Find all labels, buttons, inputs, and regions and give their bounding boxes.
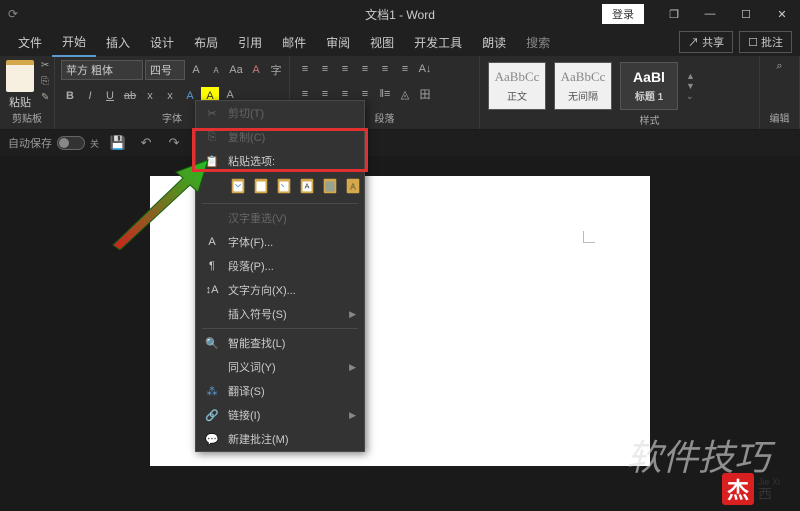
maximize-icon[interactable]: ☐ xyxy=(728,0,764,28)
styles-more-icon[interactable]: ⌄ xyxy=(686,91,695,102)
share-button[interactable]: ↗ 共享 xyxy=(679,31,733,53)
login-button[interactable]: 登录 xyxy=(602,4,644,24)
menu-text-direction[interactable]: ↕A文字方向(X)... xyxy=(196,278,364,302)
svg-text:A: A xyxy=(305,182,310,191)
paste-merge-icon[interactable] xyxy=(251,175,271,197)
change-case-icon[interactable]: Aa xyxy=(227,61,245,79)
paste-text-only-icon[interactable]: A xyxy=(297,175,317,197)
italic-icon[interactable]: I xyxy=(81,87,99,105)
close-icon[interactable]: ✕ xyxy=(764,0,800,28)
tab-mailings[interactable]: 邮件 xyxy=(272,29,316,56)
clipboard-label: 剪贴板 xyxy=(6,110,48,125)
editing-label: 编辑 xyxy=(766,110,793,125)
clear-format-icon[interactable]: A xyxy=(247,61,265,79)
tab-read-aloud[interactable]: 朗读 xyxy=(472,29,516,56)
bold-icon[interactable]: B xyxy=(61,87,79,105)
menu-link[interactable]: 🔗链接(I)▶ xyxy=(196,403,364,427)
superscript-icon[interactable]: x xyxy=(161,87,179,105)
style-no-spacing[interactable]: AaBbCc 无间隔 xyxy=(554,62,612,110)
menu-cut: ✂剪切(T) xyxy=(196,101,364,125)
save-icon[interactable]: 💾 xyxy=(109,134,127,152)
undo-icon[interactable]: ↶ xyxy=(137,134,155,152)
menu-synonyms[interactable]: 同义词(Y)▶ xyxy=(196,355,364,379)
font-size-select[interactable]: 四号 xyxy=(145,60,185,80)
menu-smart-lookup[interactable]: 🔍智能查找(L) xyxy=(196,331,364,355)
paste-link-icon[interactable] xyxy=(320,175,340,197)
shrink-font-icon[interactable]: A xyxy=(207,61,225,79)
menu-new-comment[interactable]: 💬新建批注(M) xyxy=(196,427,364,451)
svg-text:A: A xyxy=(350,183,356,192)
paste-keep-source-icon[interactable] xyxy=(228,175,248,197)
autosave-icon: ⟳ xyxy=(8,7,18,21)
redo-icon[interactable]: ↷ xyxy=(165,134,183,152)
font-name-select[interactable]: 苹方 粗体 xyxy=(61,60,143,80)
tab-review[interactable]: 审阅 xyxy=(316,29,360,56)
borders-icon[interactable]: 田 xyxy=(416,85,434,103)
underline-icon[interactable]: U xyxy=(101,87,119,105)
sort-icon[interactable]: A↓ xyxy=(416,60,434,78)
tab-file[interactable]: 文件 xyxy=(8,29,52,56)
styles-label: 样式 xyxy=(546,112,753,127)
increase-indent-icon[interactable]: ≡ xyxy=(376,60,394,78)
menu-copy: ⎘复制(C) xyxy=(196,125,364,149)
title-bar: ⟳ 文档1 - Word 登录 ❐ — ☐ ✕ xyxy=(0,0,800,28)
ribbon: 粘贴 ✂ ⎘ ✎ 剪贴板 苹方 粗体 四号 A A Aa A 字 B I xyxy=(0,56,800,130)
paste-button[interactable]: 粘贴 xyxy=(6,60,34,110)
menu-paragraph[interactable]: ¶段落(P)... xyxy=(196,254,364,278)
phonetic-icon[interactable]: 字 xyxy=(267,61,285,79)
subscript-icon[interactable]: x xyxy=(141,87,159,105)
clipboard-group: 粘贴 ✂ ⎘ ✎ 剪贴板 xyxy=(0,56,55,129)
styles-up-icon[interactable]: ▲ xyxy=(686,71,695,81)
bullets-icon[interactable]: ≡ xyxy=(296,60,314,78)
window-title: 文档1 - Word xyxy=(365,6,435,23)
author-logo: 杰 Jie Xi 西 xyxy=(722,473,780,505)
autosave-label: 自动保存 xyxy=(8,135,52,151)
quick-access-toolbar: 自动保存 关 💾 ↶ ↷ xyxy=(0,130,800,156)
paste-special-icon[interactable]: A xyxy=(343,175,363,197)
ribbon-display-icon[interactable]: ❐ xyxy=(656,0,692,28)
tab-search[interactable]: 搜索 xyxy=(516,29,560,56)
style-normal[interactable]: AaBbCc 正文 xyxy=(488,62,546,110)
style-heading-1[interactable]: AaBl 标题 1 xyxy=(620,62,678,110)
tab-view[interactable]: 视图 xyxy=(360,29,404,56)
strikethrough-icon[interactable]: ab xyxy=(121,87,139,105)
grow-font-icon[interactable]: A xyxy=(187,61,205,79)
minimize-icon[interactable]: — xyxy=(692,0,728,28)
clipboard-icon xyxy=(6,60,34,92)
tab-design[interactable]: 设计 xyxy=(140,29,184,56)
editing-group: ⌕ 编辑 xyxy=(760,56,800,129)
paste-picture-icon[interactable] xyxy=(274,175,294,197)
numbering-icon[interactable]: ≡ xyxy=(316,60,334,78)
menu-paste-options-label: 📋粘贴选项: xyxy=(196,149,364,173)
comments-button[interactable]: ☐ 批注 xyxy=(739,31,792,53)
menu-insert-symbol[interactable]: 插入符号(S)▶ xyxy=(196,302,364,326)
margin-mark xyxy=(583,231,595,243)
ribbon-tabs: 文件 开始 插入 设计 布局 引用 邮件 审阅 视图 开发工具 朗读 搜索 ↗ … xyxy=(0,28,800,56)
context-menu: ✂剪切(T) ⎘复制(C) 📋粘贴选项: A A 汉字重选(V) A字体(F).… xyxy=(195,100,365,452)
menu-translate[interactable]: ⁂翻译(S) xyxy=(196,379,364,403)
asian-layout-icon[interactable]: ≡ xyxy=(396,60,414,78)
shading-icon[interactable]: ◬ xyxy=(396,85,414,103)
menu-hanzi-reselect: 汉字重选(V) xyxy=(196,206,364,230)
tab-insert[interactable]: 插入 xyxy=(96,29,140,56)
menu-font[interactable]: A字体(F)... xyxy=(196,230,364,254)
styles-down-icon[interactable]: ▼ xyxy=(686,81,695,91)
multilevel-icon[interactable]: ≡ xyxy=(336,60,354,78)
autosave-toggle[interactable] xyxy=(57,136,85,150)
tab-layout[interactable]: 布局 xyxy=(184,29,228,56)
decrease-indent-icon[interactable]: ≡ xyxy=(356,60,374,78)
tab-developer[interactable]: 开发工具 xyxy=(404,29,472,56)
styles-group: AaBbCc 正文 AaBbCc 无间隔 AaBl 标题 1 ▲ ▼ ⌄ 样式 xyxy=(480,56,760,129)
tab-references[interactable]: 引用 xyxy=(228,29,272,56)
line-spacing-icon[interactable]: ‖≡ xyxy=(376,85,394,103)
tab-home[interactable]: 开始 xyxy=(52,28,96,57)
document-area xyxy=(0,156,800,511)
